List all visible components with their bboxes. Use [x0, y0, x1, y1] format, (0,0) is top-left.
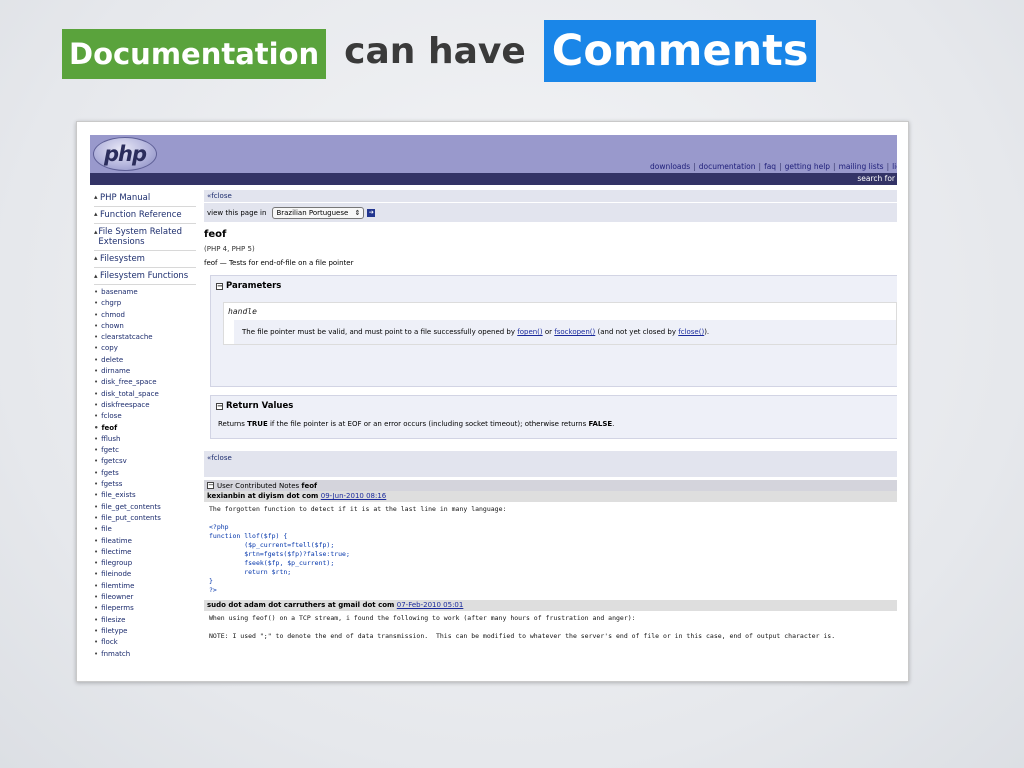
documentation-label: Documentation	[62, 29, 327, 79]
note-body: When using feof() on a TCP stream, i fou…	[209, 614, 836, 640]
return-values-heading[interactable]: − Return Values	[211, 396, 897, 416]
can-have-text: can have	[344, 30, 526, 72]
function-link[interactable]: • fgets	[94, 468, 196, 479]
function-link[interactable]: • fileinode	[94, 569, 196, 580]
sidebar: ▴ PHP Manual ▴ Function Reference ▴ File Sy…	[90, 190, 196, 660]
note-header: kexianbin at diyism dot com 09-Jun-2010 …	[204, 491, 897, 502]
param-description: The file pointer must be valid, and must…	[234, 320, 896, 344]
sidebar-item-function-reference[interactable]: ▴ Function Reference	[94, 207, 196, 224]
function-link[interactable]: • filetype	[94, 626, 196, 637]
parameters-heading[interactable]: − Parameters	[211, 276, 897, 296]
note-author: kexianbin at diyism dot com	[207, 492, 319, 500]
language-select[interactable]: Brazilian Portuguese ⇕	[272, 206, 365, 219]
parameters-section: − Parameters handle The file pointer must…	[210, 275, 897, 387]
view-label: view this page in	[207, 208, 267, 217]
comments-label: Comments	[543, 20, 817, 82]
function-link[interactable]: • file_put_contents	[94, 513, 196, 524]
function-link[interactable]: • fileatime	[94, 536, 196, 547]
prev-link[interactable]: «fclose	[207, 192, 232, 200]
function-link[interactable]: • filegroup	[94, 558, 196, 569]
function-link[interactable]: • fgetcsv	[94, 456, 196, 467]
slide-title: Documentation can have Comments	[62, 20, 817, 82]
function-link[interactable]: • clearstatcache	[94, 332, 196, 343]
screenshot-frame: php downloads | documentation | faq | getting …	[76, 121, 909, 682]
return-values-text: Returns TRUE if the file pointer is at E…	[218, 420, 615, 428]
link-mailing-lists[interactable]: mailing lists	[839, 162, 884, 171]
function-version: (PHP 4, PHP 5)	[204, 245, 255, 253]
note-date-link[interactable]: 07-Feb-2010 05:01	[397, 601, 464, 609]
function-link[interactable]: • fgetc	[94, 445, 196, 456]
param-name: handle	[228, 307, 257, 316]
php-logo[interactable]: php	[93, 137, 157, 171]
fsockopen-link[interactable]: fsockopen()	[554, 328, 595, 336]
function-description: feof — Tests for end-of-file on a file p…	[204, 259, 354, 267]
note-date-link[interactable]: 09-Jun-2010 08:16	[321, 492, 387, 500]
function-link[interactable]: • diskfreespace	[94, 400, 196, 411]
function-link[interactable]: • chmod	[94, 310, 196, 321]
function-link[interactable]: • fileowner	[94, 592, 196, 603]
function-link[interactable]: • file_get_contents	[94, 502, 196, 513]
parameter-entry: handle The file pointer must be valid, a…	[223, 302, 897, 345]
main-content: «fclose view this page in Brazilian Port…	[204, 190, 897, 646]
top-links: downloads | documentation | faq | getting help…	[650, 162, 897, 171]
function-link[interactable]: • chgrp	[94, 298, 196, 309]
sidebar-item-filesystem[interactable]: ▴ Filesystem	[94, 251, 196, 268]
prev-link-bottom[interactable]: «fclose	[207, 454, 232, 462]
php-manual-screenshot: php downloads | documentation | faq | getting …	[90, 135, 897, 671]
view-language-bar: view this page in Brazilian Portuguese ⇕ …	[204, 203, 897, 222]
prev-nav-top: «fclose	[204, 190, 897, 202]
function-link[interactable]: • fflush	[94, 434, 196, 445]
function-link[interactable]: • basename	[94, 287, 196, 298]
function-link[interactable]: • fileperms	[94, 603, 196, 614]
link-getting-help[interactable]: getting help	[785, 162, 830, 171]
search-for-label[interactable]: search for	[857, 174, 895, 183]
collapse-icon[interactable]: −	[216, 402, 223, 410]
go-arrow-button[interactable]: ➔	[367, 208, 376, 217]
function-link[interactable]: • flock	[94, 637, 196, 648]
collapse-icon[interactable]: −	[216, 282, 223, 290]
prev-nav-bottom: «fclose	[204, 451, 897, 477]
function-link[interactable]: • copy	[94, 343, 196, 354]
fopen-link[interactable]: fopen()	[517, 328, 542, 336]
php-header: php downloads | documentation | faq | getting …	[90, 135, 897, 185]
function-link[interactable]: • filesize	[94, 615, 196, 626]
function-link[interactable]: • delete	[94, 355, 196, 366]
sidebar-item-filesystem-functions[interactable]: ▴ Filesystem Functions	[94, 268, 196, 285]
collapse-icon[interactable]: −	[207, 482, 214, 489]
function-link[interactable]: • disk_free_space	[94, 377, 196, 388]
function-list: • basename • chgrp • chmod • chown • clearsta…	[94, 287, 196, 660]
function-link[interactable]: • chown	[94, 321, 196, 332]
function-link[interactable]: • fclose	[94, 411, 196, 422]
link-license[interactable]: lice	[892, 162, 897, 171]
sidebar-item-php-manual[interactable]: ▴ PHP Manual	[94, 190, 196, 207]
note-body: The forgotten function to detect if it i…	[209, 505, 507, 594]
function-link[interactable]: • dirname	[94, 366, 196, 377]
return-values-section: − Return Values Returns TRUE if the file …	[210, 395, 897, 439]
function-link[interactable]: • file_exists	[94, 490, 196, 501]
function-link[interactable]: • filemtime	[94, 581, 196, 592]
link-faq[interactable]: faq	[764, 162, 776, 171]
note-code: <?php function llof($fp) { ($p_current=f…	[209, 523, 350, 594]
php-subbar	[90, 173, 897, 185]
note-header: sudo dot adam dot carruthers at gmail do…	[204, 600, 897, 611]
php-logo-text: php	[103, 142, 147, 166]
user-notes-header: − User Contributed Notes feof	[204, 480, 897, 491]
fclose-link[interactable]: fclose()	[678, 328, 704, 336]
note-author: sudo dot adam dot carruthers at gmail do…	[207, 601, 395, 609]
function-link[interactable]: • filectime	[94, 547, 196, 558]
function-link[interactable]: • file	[94, 524, 196, 535]
function-link[interactable]: • fgetss	[94, 479, 196, 490]
function-link[interactable]: • disk_total_space	[94, 389, 196, 400]
function-title: feof	[204, 229, 227, 240]
function-link-current[interactable]: • feof	[94, 423, 196, 434]
link-documentation[interactable]: documentation	[699, 162, 756, 171]
function-link[interactable]: • fnmatch	[94, 649, 196, 660]
sidebar-item-file-system-related[interactable]: ▴ File System Related Extensions	[94, 224, 196, 251]
select-arrows-icon: ⇕	[354, 208, 361, 217]
link-downloads[interactable]: downloads	[650, 162, 690, 171]
